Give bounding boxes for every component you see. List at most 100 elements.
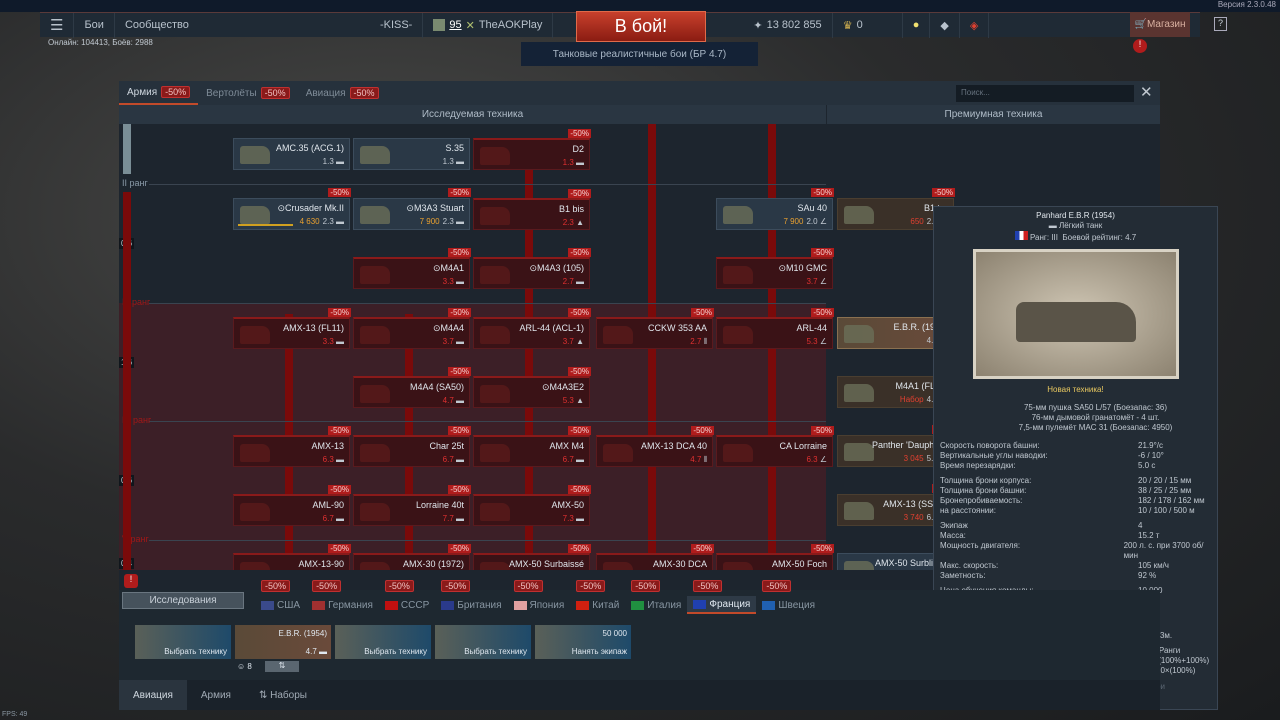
vehicle-card[interactable]: ⊙Crusader Mk.II 4 630 2.3 ▬ -50% <box>233 188 351 230</box>
vehicle-card[interactable]: AMX M4 6.7 ▬ -50% <box>473 426 591 467</box>
vehicle-card[interactable]: AMX-13-90 ▬-50% <box>233 544 351 570</box>
vehicle-br: 7 900 2.3 ▬ <box>420 217 464 226</box>
crew-slot[interactable]: Выбрать технику <box>135 625 231 659</box>
vehicle-card[interactable]: AMX-30 (1972) ▬-50% <box>353 544 471 570</box>
stat-row: Экипаж 4 <box>934 521 1217 531</box>
vehicle-card[interactable]: AMX-50 Foch ∠-50% <box>716 544 834 570</box>
tank-icon <box>723 206 753 224</box>
profile-button[interactable]: 95 ✕ TheAOKPlay <box>423 12 554 38</box>
heavy-class-icon: ▲ <box>573 337 584 346</box>
vehicle-name: ARL-44 (ACL-1) <box>519 323 584 333</box>
research-button[interactable]: Исследования <box>122 592 244 609</box>
vehicle-card[interactable]: ⊙M3A3 Stuart 7 900 2.3 ▬ -50% <box>353 188 471 230</box>
vehicle-card[interactable]: Char 25t 6.7 ▬ -50% <box>353 426 471 467</box>
slot-vehicle-name: E.B.R. (1954) <box>278 629 327 638</box>
research-alert-icon[interactable]: ! <box>124 574 138 588</box>
tank-icon <box>480 562 510 570</box>
br-value: 3.7 <box>562 337 574 346</box>
close-icon[interactable]: ✕ <box>1140 83 1153 101</box>
stat-label: Заметность: <box>940 571 986 580</box>
vehicle-card[interactable]: M4A4 (SA50) 4.7 ▬ -50% <box>353 367 471 408</box>
search-input[interactable]: Поиск... <box>956 85 1134 102</box>
squadron-tag[interactable]: -KISS- <box>370 12 424 38</box>
country-tab-Швеция[interactable]: Швеция -50% <box>756 580 821 614</box>
discount-badge: -50% <box>568 544 591 553</box>
slot-label: Выбрать технику <box>164 647 227 656</box>
tab-0[interactable]: Армия -50% <box>119 81 199 105</box>
vehicle-card[interactable]: AMX-30 DCA ⫴-50% <box>596 544 714 570</box>
country-tab-Япония[interactable]: Япония -50% <box>508 580 571 614</box>
country-tabs: США -50% Германия -50% СССР -50% Британия -50% Я… <box>255 580 821 614</box>
vehicle-card[interactable]: AMX-13 (FL11) 3.3 ▬ -50% <box>233 308 351 349</box>
vehicle-card[interactable]: ⊙M4A4 3.7 ▬ -50% <box>353 308 471 349</box>
menu-button[interactable]: ☰ <box>40 12 75 38</box>
discount-badge: -50% <box>811 188 834 197</box>
medium-class-icon: ▬ <box>453 157 464 166</box>
vehicle-card[interactable]: AMC.35 (ACG.1) 1.3 ▬ <box>233 138 350 170</box>
country-tab-Италия[interactable]: Италия -50% <box>625 580 687 614</box>
country-tab-СССР[interactable]: СССР -50% <box>379 580 435 614</box>
shop-button[interactable]: 🛒 Магазин <box>1130 12 1190 37</box>
country-label: Япония <box>529 599 565 611</box>
game-mode-selector[interactable]: Танковые реалистичные бои (БР 4.7) <box>521 42 758 66</box>
stat-label: Бронепробиваемость: <box>940 496 1023 505</box>
trophy-button[interactable]: ◆ <box>930 12 960 38</box>
flag-icon <box>576 600 590 610</box>
tab-2[interactable]: Авиация -50% <box>298 81 387 105</box>
crew-slot[interactable]: Выбрать технику <box>335 625 431 659</box>
vehicle-card[interactable]: AMX-50 Surbaissé ▲-50% <box>473 544 591 570</box>
vehicle-card[interactable]: S.35 1.3 ▬ <box>353 138 470 170</box>
swap-button[interactable]: ⇅ <box>265 661 299 672</box>
vehicle-card[interactable]: AMX-50 7.3 ▬ -50% <box>473 485 591 526</box>
vehicle-card[interactable]: ⊙M4A3 (105) 2.7 ▬ -50% <box>473 248 591 289</box>
battles-menu[interactable]: Бои <box>74 12 115 38</box>
silver-lions[interactable]: ✦ 13 802 855 <box>743 12 833 38</box>
tank-icon <box>480 503 510 521</box>
crew-slot[interactable]: Нанять экипаж 50 000 <box>535 625 631 659</box>
tab-1[interactable]: Вертолёты -50% <box>198 81 298 105</box>
premium-coupon-button[interactable]: ◈ <box>960 12 990 38</box>
vehicle-card[interactable]: AMX-13 6.3 ▬ -50% <box>233 426 351 467</box>
vehicle-card[interactable]: CA Lorraine 6.3 ∠ -50% <box>716 426 834 467</box>
rank-divider <box>149 421 826 422</box>
to-battle-button[interactable]: В бой! <box>576 11 706 42</box>
vehicle-name: AMX M4 <box>549 441 584 451</box>
golden-eagles[interactable]: ♛ 0 <box>833 12 903 38</box>
alert-icon[interactable]: ! <box>1133 39 1147 53</box>
country-tab-Китай[interactable]: Китай -50% <box>570 580 625 614</box>
vehicle-card[interactable]: AML-90 6.7 ▬ -50% <box>233 485 351 526</box>
vehicle-card[interactable]: ARL-44 (ACL-1) 3.7 ▲ -50% <box>473 308 591 349</box>
bottom-tab-0[interactable]: Авиация <box>119 680 187 710</box>
country-tab-Германия[interactable]: Германия -50% <box>306 580 379 614</box>
help-button[interactable]: ? <box>1214 17 1227 31</box>
shop-label: Магазин <box>1146 19 1186 30</box>
bottom-tab-2[interactable]: ⇅ Наборы <box>245 680 321 710</box>
tooltip-rank: Ранг: III <box>1029 233 1058 242</box>
country-tab-Франция[interactable]: Франция -50% <box>687 580 757 614</box>
vehicle-card[interactable]: CCKW 353 AA 2.7 ⫴ -50% <box>596 308 714 349</box>
community-menu[interactable]: Сообщество <box>115 13 370 38</box>
country-tab-Британия[interactable]: Британия -50% <box>435 580 507 614</box>
vehicle-card[interactable]: ⊙M4A3E2 5.3 ▲ -50% <box>473 367 591 408</box>
vehicle-card[interactable]: SAu 40 7 900 2.0 ∠ -50% <box>716 188 834 230</box>
bottom-tab-1[interactable]: Армия <box>187 680 245 710</box>
crew-slot[interactable]: E.B.R. (1954) 4.7 ▬ ☺ 8 ⇅ <box>235 625 331 672</box>
lightbulb-button[interactable]: ● <box>903 12 931 38</box>
crew-slot[interactable]: Выбрать технику <box>435 625 531 659</box>
vehicle-card[interactable]: Lorraine 40t 7.7 ▬ -50% <box>353 485 471 526</box>
crew-slots: Выбрать технику E.B.R. (1954) 4.7 ▬ ☺ 8 ⇅ Выб… <box>135 625 631 672</box>
br-value: 6.7 <box>562 455 574 464</box>
light-class-icon: ▬ <box>333 217 344 226</box>
vehicle-card[interactable]: ⊙M4A1 3.3 ▬ -50% <box>353 248 471 289</box>
vehicle-card[interactable]: B1 bis 2.3 ▲ -50% <box>473 189 591 230</box>
vehicle-card[interactable]: ARL-44 5.3 ∠ -50% <box>716 308 834 349</box>
vehicle-br: 3.7 ▬ <box>443 337 464 346</box>
country-tab-США[interactable]: США -50% <box>255 580 306 614</box>
tank-icon <box>723 444 753 462</box>
vehicle-card[interactable]: AMX-13 DCA 40 4.7 ⫴ -50% <box>596 426 714 467</box>
vehicle-br: 7.3 ▬ <box>563 514 584 523</box>
vehicle-card[interactable]: ⊙M10 GMC 3.7 ∠ -50% <box>716 248 834 289</box>
vehicle-br: 5.3 ∠ <box>806 337 827 346</box>
vehicle-card[interactable]: D2 1.3 ▬ -50% <box>473 129 591 170</box>
stat-label: Время перезарядки: <box>940 461 1016 470</box>
